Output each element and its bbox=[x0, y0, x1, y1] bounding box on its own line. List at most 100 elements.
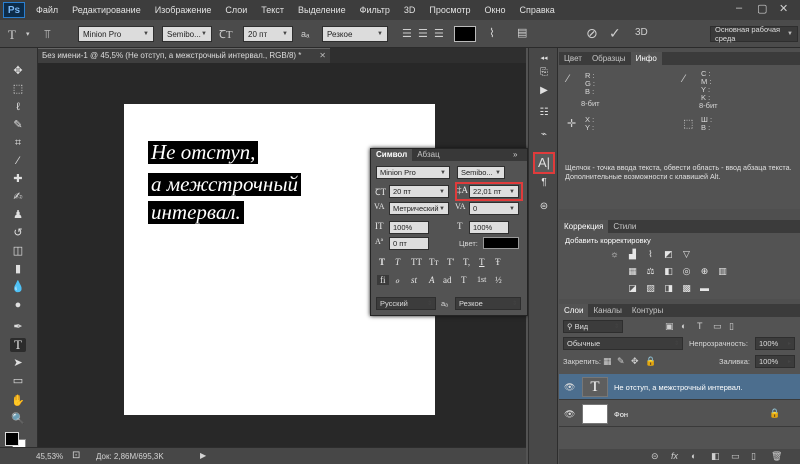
foreground-color-swatch-top[interactable] bbox=[5, 432, 19, 446]
new-layer-icon[interactable]: ▯ bbox=[751, 451, 756, 462]
history-brush-tool-icon[interactable]: ↺ bbox=[10, 226, 26, 240]
tab-styles[interactable]: Стили bbox=[608, 220, 641, 233]
exposure-icon[interactable]: ◩ bbox=[663, 249, 674, 260]
commit-edit-icon[interactable]: ✓ bbox=[609, 25, 621, 42]
workspace-dropdown[interactable]: Основная рабочая среда ▼ bbox=[710, 25, 798, 43]
type-tool-preset-icon[interactable]: T bbox=[8, 27, 16, 43]
filter-adjustment-icon[interactable]: ◐ bbox=[681, 321, 686, 331]
menu-select[interactable]: Выделение bbox=[291, 5, 353, 15]
layer-name-background[interactable]: Фон bbox=[614, 410, 628, 419]
type-tool-icon[interactable]: T bbox=[10, 338, 26, 352]
visibility-eye-icon[interactable]: 👁 bbox=[564, 382, 575, 393]
layer-row-text[interactable]: 👁 T Не отступ, а межстрочный интервал. bbox=[559, 374, 800, 400]
ordinals-button[interactable]: 1st bbox=[477, 275, 486, 284]
fractions-button[interactable]: ½ bbox=[495, 275, 502, 285]
threshold-icon[interactable]: ◨ bbox=[663, 283, 674, 294]
close-document-icon[interactable]: ✕ bbox=[319, 49, 326, 63]
tab-layers[interactable]: Слои bbox=[559, 304, 589, 317]
lock-all-icon[interactable]: 🔒 bbox=[645, 356, 656, 367]
hand-tool-icon[interactable]: ✋ bbox=[10, 394, 26, 408]
zoom-tool-icon[interactable]: 🔍 bbox=[10, 412, 26, 426]
levels-icon[interactable]: ▟ bbox=[627, 249, 638, 260]
3d-extrusion-icon[interactable]: 3D bbox=[635, 27, 648, 38]
panel-collapse-icon[interactable]: » bbox=[513, 150, 517, 159]
tab-channels[interactable]: Каналы bbox=[588, 304, 626, 317]
cp-baseline-shift[interactable]: 0 пт bbox=[389, 237, 429, 250]
opacity-field[interactable]: 100% ▸ bbox=[755, 337, 795, 350]
color-lookup-icon[interactable]: ▥ bbox=[717, 266, 728, 277]
menu-type[interactable]: Текст bbox=[254, 5, 291, 15]
curves-icon[interactable]: ⌇ bbox=[645, 249, 656, 260]
swash-button[interactable]: A bbox=[429, 275, 435, 285]
brush-panel-icon[interactable]: ⌁ bbox=[537, 128, 551, 142]
lasso-tool-icon[interactable]: ℓ bbox=[10, 100, 26, 114]
photoshop-logo[interactable]: Ps bbox=[3, 2, 25, 18]
menu-image[interactable]: Изображение bbox=[148, 5, 219, 15]
brightness-icon[interactable]: ☼ bbox=[609, 249, 620, 260]
character-panel-icon[interactable]: A| bbox=[533, 152, 555, 174]
align-left-icon[interactable]: ☰ bbox=[402, 27, 412, 40]
cp-vertical-scale[interactable]: 100% bbox=[389, 221, 429, 234]
toggle-panels-icon[interactable]: ▤ bbox=[517, 26, 527, 39]
font-family-dropdown[interactable]: Minion Pro ▼ bbox=[78, 26, 154, 42]
actions-panel-icon[interactable]: ▶ bbox=[537, 84, 551, 98]
subscript-button[interactable]: T, bbox=[463, 257, 470, 267]
invert-icon[interactable]: ◪ bbox=[627, 283, 638, 294]
cp-language[interactable]: Русский ⇕ bbox=[376, 297, 436, 310]
faux-italic-button[interactable]: T bbox=[395, 257, 400, 267]
cp-kerning[interactable]: Метрический ▼ bbox=[389, 202, 449, 215]
small-caps-button[interactable]: Tт bbox=[429, 257, 438, 267]
eraser-tool-icon[interactable]: ◫ bbox=[10, 244, 26, 258]
zoom-readout[interactable]: 45,53% bbox=[36, 452, 63, 461]
tab-swatches[interactable]: Образцы bbox=[587, 52, 631, 65]
channel-mixer-icon[interactable]: ⊕ bbox=[699, 266, 710, 277]
delete-layer-icon[interactable]: 🗑 bbox=[771, 451, 782, 462]
lock-position-icon[interactable]: ✥ bbox=[631, 356, 639, 367]
discretionary-ligatures-button[interactable]: st bbox=[411, 275, 417, 285]
ligatures-button[interactable]: fi bbox=[377, 275, 389, 285]
preset-dropdown-icon[interactable]: ▾ bbox=[26, 30, 30, 38]
paragraph-panel-icon[interactable]: ¶ bbox=[537, 176, 551, 190]
align-center-icon[interactable]: ☰ bbox=[418, 27, 428, 40]
layer-row-background[interactable]: 👁 Фон 🔒 bbox=[559, 401, 800, 427]
cp-font-size[interactable]: 20 пт ▼ bbox=[389, 185, 449, 198]
lock-transparent-icon[interactable]: ▦ bbox=[603, 356, 612, 367]
text-line-3[interactable]: интервал. bbox=[148, 201, 244, 224]
posterize-icon[interactable]: ▨ bbox=[645, 283, 656, 294]
blur-tool-icon[interactable]: 💧 bbox=[10, 280, 26, 294]
menu-3d[interactable]: 3D bbox=[397, 5, 423, 15]
dodge-tool-icon[interactable]: ● bbox=[10, 298, 26, 312]
cp-color-swatch[interactable] bbox=[483, 237, 519, 249]
black-white-icon[interactable]: ◧ bbox=[663, 266, 674, 277]
layer-filter-dropdown[interactable]: ⚲ Вид ⇕ bbox=[563, 320, 623, 333]
tab-paragraph[interactable]: Абзац bbox=[412, 149, 444, 161]
menu-view[interactable]: Просмотр bbox=[422, 5, 477, 15]
clone-stamp-tool-icon[interactable]: ♟ bbox=[10, 208, 26, 222]
menu-layers[interactable]: Слои bbox=[218, 5, 254, 15]
history-panel-icon[interactable]: ⎘ bbox=[537, 66, 551, 80]
menu-window[interactable]: Окно bbox=[478, 5, 513, 15]
text-line-2[interactable]: а межстрочный bbox=[148, 173, 302, 196]
filter-shape-icon[interactable]: ▭ bbox=[713, 321, 722, 332]
eyedropper-tool-icon[interactable]: ⁄ bbox=[10, 154, 26, 168]
add-style-icon[interactable]: fx bbox=[671, 451, 678, 461]
tab-paths[interactable]: Контуры bbox=[627, 304, 668, 317]
photo-filter-icon[interactable]: ◎ bbox=[681, 266, 692, 277]
underline-button[interactable]: T bbox=[479, 257, 485, 267]
layer-name-text[interactable]: Не отступ, а межстрочный интервал. bbox=[614, 383, 742, 392]
color-balance-icon[interactable]: ⚖ bbox=[645, 266, 656, 277]
menu-file[interactable]: Файл bbox=[29, 5, 65, 15]
menu-filter[interactable]: Фильтр bbox=[353, 5, 397, 15]
cp-horizontal-scale[interactable]: 100% bbox=[469, 221, 509, 234]
layer-comps-icon[interactable]: ⊜ bbox=[537, 200, 551, 214]
tab-color[interactable]: Цвет bbox=[559, 52, 587, 65]
add-mask-icon[interactable]: ◐ bbox=[691, 451, 696, 461]
dock-collapse-icon[interactable]: ◂◂ bbox=[537, 52, 551, 66]
gradient-tool-icon[interactable]: ▮ bbox=[10, 262, 26, 276]
lock-image-icon[interactable]: ✎ bbox=[617, 356, 625, 367]
selective-color-icon[interactable]: ▩ bbox=[681, 283, 692, 294]
titling-button[interactable]: T bbox=[461, 275, 467, 285]
filter-pixel-icon[interactable]: ▣ bbox=[665, 321, 674, 332]
properties-panel-icon[interactable]: ☷ bbox=[537, 106, 551, 120]
warp-text-icon[interactable]: ⌇ bbox=[489, 26, 495, 40]
